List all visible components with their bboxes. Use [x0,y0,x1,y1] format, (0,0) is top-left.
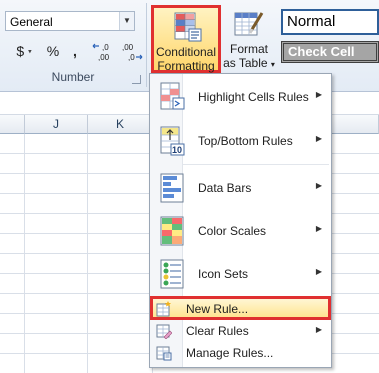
clear-rules-icon [156,324,172,339]
conditional-formatting-icon [174,12,202,42]
menu-item-label: Clear Rules [186,324,249,338]
svg-text:,00: ,00 [98,53,110,62]
submenu-arrow-icon: ▶ [315,181,322,190]
column-header-k[interactable]: K [88,115,153,134]
highlight-cells-icon [160,82,185,110]
cell-style-check-cell[interactable]: Check Cell [281,41,379,63]
menu-item-label: Top/Bottom Rules [198,134,293,148]
column-header-prev[interactable] [0,115,25,134]
submenu-arrow-icon: ▶ [315,325,322,334]
conditional-formatting-menu: Highlight Cells Rules ▶ 10 Top/Bottom Ru… [149,73,332,368]
menu-item-data-bars[interactable]: Data Bars ▶ [151,167,330,209]
format-as-table-icon [234,12,264,36]
group-separator [146,3,147,87]
decrease-decimal-icon: ,00 ,0 [122,43,143,62]
cf-label-line2: Formatting [157,59,215,73]
conditional-formatting-button[interactable]: Conditional Formatting ▾ [151,5,221,86]
dialog-launcher-icon[interactable] [132,75,141,84]
menu-item-label: Color Scales [198,224,267,238]
data-bars-icon [160,173,184,203]
cf-label-line1: Conditional [155,45,217,59]
number-format-dropdown[interactable]: General ▼ [5,11,135,31]
submenu-arrow-icon: ▶ [315,224,322,233]
new-rule-highlight-box [150,296,331,320]
top-bottom-icon: 10 [160,126,185,156]
number-format-value: General [10,15,53,29]
icon-sets-icon [160,259,184,289]
menu-item-label: Icon Sets [198,267,249,281]
chevron-down-icon: ▾ [28,48,32,56]
format-as-table-label: Format as Table ▾ [223,42,275,72]
format-as-table-button[interactable]: Format as Table ▾ [223,5,275,73]
increase-decimal-button[interactable]: ,0 ,00 [92,42,118,64]
cell-style-normal[interactable]: Normal [281,9,379,35]
chevron-down-icon[interactable]: ▼ [119,12,134,30]
chevron-down-icon: ▾ [270,60,275,69]
grid-line [24,134,25,373]
dollar-icon: $ [16,43,25,59]
increase-decimal-icon: ,0 ,00 [92,43,110,62]
fat-label-line1: Format [229,42,268,56]
svg-text:,0: ,0 [102,43,109,52]
svg-text:,0: ,0 [128,53,135,62]
color-scales-icon [160,216,184,246]
menu-item-label: Data Bars [198,181,252,195]
menu-separator [183,164,329,165]
manage-rules-icon [156,346,172,361]
menu-item-color-scales[interactable]: Color Scales ▶ [151,210,330,252]
column-header-j[interactable]: J [25,115,88,134]
menu-item-clear-rules[interactable]: Clear Rules ▶ [151,321,330,341]
decrease-decimal-button[interactable]: ,00 ,0 [120,42,144,64]
percent-icon: % [46,43,60,59]
menu-item-manage-rules[interactable]: Manage Rules... [151,343,330,363]
submenu-arrow-icon: ▶ [315,267,322,276]
comma-style-button[interactable]: , [68,40,82,62]
fat-label-line2: as Table [223,56,268,70]
accounting-format-button[interactable]: $ ▾ [8,40,40,62]
menu-item-label: Highlight Cells Rules [198,90,309,104]
submenu-arrow-icon: ▶ [315,134,322,143]
top-bottom-number: 10 [172,145,182,155]
menu-item-highlight-cells-rules[interactable]: Highlight Cells Rules ▶ [151,76,330,118]
comma-icon: , [73,43,77,59]
svg-text:,00: ,00 [122,43,134,52]
menu-item-top-bottom-rules[interactable]: 10 Top/Bottom Rules ▶ [151,120,330,162]
percent-style-button[interactable]: % [44,40,62,62]
grid-line [87,134,88,373]
menu-item-icon-sets[interactable]: Icon Sets ▶ [151,253,330,295]
number-group-label: Number [51,70,95,84]
menu-item-label: Manage Rules... [186,346,274,360]
submenu-arrow-icon: ▶ [315,90,322,99]
